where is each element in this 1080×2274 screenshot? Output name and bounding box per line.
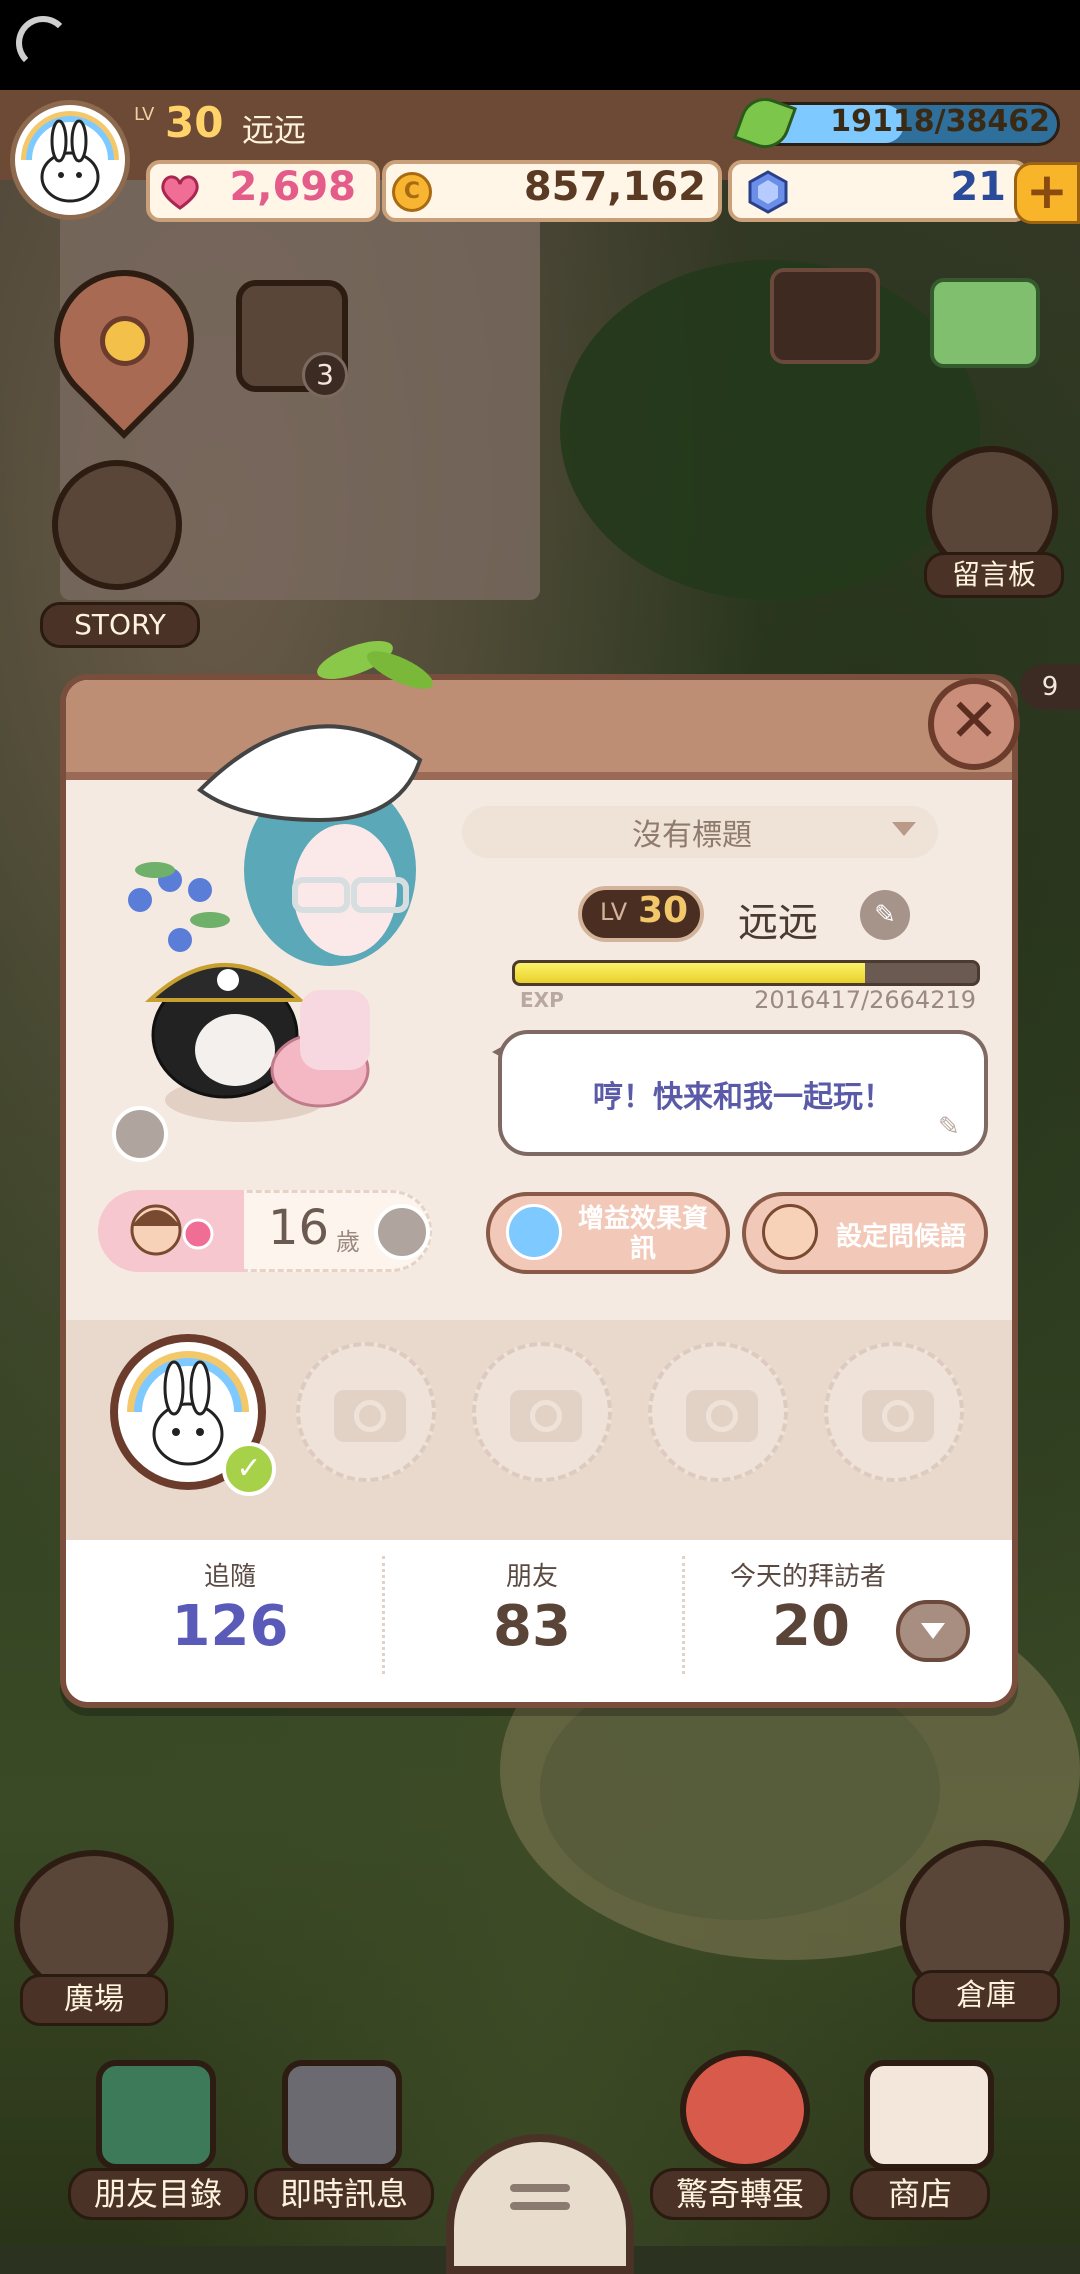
caret-down-icon [892, 822, 916, 836]
add-photo-slot-1[interactable] [296, 1342, 436, 1482]
status-bar [0, 0, 1080, 90]
caret-down-icon [921, 1623, 945, 1639]
gacha-machine-icon[interactable] [680, 2050, 810, 2170]
heart-icon [161, 175, 199, 210]
camera-lens [706, 1400, 738, 1432]
set-greeting-label: 設定問候語 [835, 1222, 966, 1252]
age-value: 16 [268, 1200, 330, 1256]
player-character[interactable] [120, 640, 480, 1140]
message-icon[interactable] [282, 2060, 402, 2170]
gender-icon-area [98, 1190, 244, 1272]
girl-female-icon [130, 1204, 214, 1256]
energy-value: 19118/38462 [830, 104, 1050, 139]
greeting-face-icon [762, 1204, 818, 1260]
chevron-up-icon [100, 316, 150, 366]
instant-message-label[interactable]: 即時訊息 [254, 2168, 434, 2220]
hearts-value: 2,698 [229, 164, 356, 210]
warehouse-label: 倉庫 [912, 1970, 1060, 2022]
title-text: 沒有標題 [632, 818, 752, 853]
pet-settings-gear-icon[interactable] [112, 1106, 168, 1162]
status-arc-icon [16, 16, 70, 70]
player-avatar[interactable] [10, 100, 130, 220]
friends-label: 朋友 [505, 1562, 558, 1592]
exp-label: EXP [520, 988, 564, 1012]
following-label: 追隨 [203, 1562, 256, 1592]
floor-tile-icon[interactable] [930, 278, 1040, 368]
friends-book-icon[interactable] [96, 2060, 216, 2170]
buff-icon [506, 1204, 562, 1260]
close-button[interactable]: ✕ [928, 678, 1020, 770]
friends-list-label[interactable]: 朋友目錄 [68, 2168, 248, 2220]
check-icon: ✓ [222, 1442, 276, 1496]
following-value[interactable]: 126 [80, 1594, 380, 1659]
add-gems-button[interactable]: + [1014, 162, 1080, 224]
add-photo-slot-2[interactable] [472, 1342, 612, 1482]
side-counter: 9 [1020, 664, 1080, 710]
exp-bar [512, 960, 980, 986]
camera-lens [354, 1400, 386, 1432]
message-board-label: 留言板 [924, 552, 1064, 598]
shop-label[interactable]: 商店 [850, 2168, 990, 2220]
coins-value: 857,162 [523, 164, 706, 210]
edit-greeting-pencil-icon[interactable]: ✎ [938, 1112, 960, 1142]
buff-info-label: 增益效果資訊 [577, 1204, 708, 1264]
profile-name: 远远 [738, 900, 818, 946]
shop-icon[interactable] [864, 2060, 994, 2170]
exp-value: 2016417/2664219 [754, 986, 976, 1014]
age-settings-gear-icon[interactable] [374, 1204, 430, 1260]
add-photo-slot-4[interactable] [824, 1342, 964, 1482]
calendar-badge: 3 [302, 352, 348, 398]
greeting-text: 哼！快来和我一起玩！ [593, 1080, 893, 1115]
friends-value[interactable]: 83 [382, 1594, 682, 1659]
rabbit-avatar-icon [21, 111, 119, 203]
coin-icon: C [392, 172, 432, 212]
camera-lens [530, 1400, 562, 1432]
gem-icon [748, 170, 788, 214]
age-unit: 歲 [336, 1228, 360, 1256]
story-button[interactable] [52, 460, 182, 590]
menu-icon [510, 2184, 570, 2192]
hud-level-prefix: LV [134, 104, 155, 125]
visitors-label: 今天的拜訪者 [729, 1562, 886, 1592]
hud-player-name: 远远 [242, 111, 307, 149]
furniture-settings-icon[interactable] [770, 268, 880, 364]
exp-bar-fill [515, 963, 865, 983]
level-badge-number: 30 [638, 890, 689, 931]
plaza-label: 廣場 [20, 1974, 168, 2026]
gems-value: 21 [950, 164, 1006, 210]
edit-name-pencil-icon[interactable]: ✎ [860, 890, 910, 940]
level-badge-prefix: LV [600, 898, 628, 926]
add-photo-slot-3[interactable] [648, 1342, 788, 1482]
camera-lens [882, 1400, 914, 1432]
gacha-label[interactable]: 驚奇轉蛋 [650, 2168, 830, 2220]
hud-level: 30 [165, 98, 224, 147]
menu-icon-line [510, 2202, 570, 2210]
